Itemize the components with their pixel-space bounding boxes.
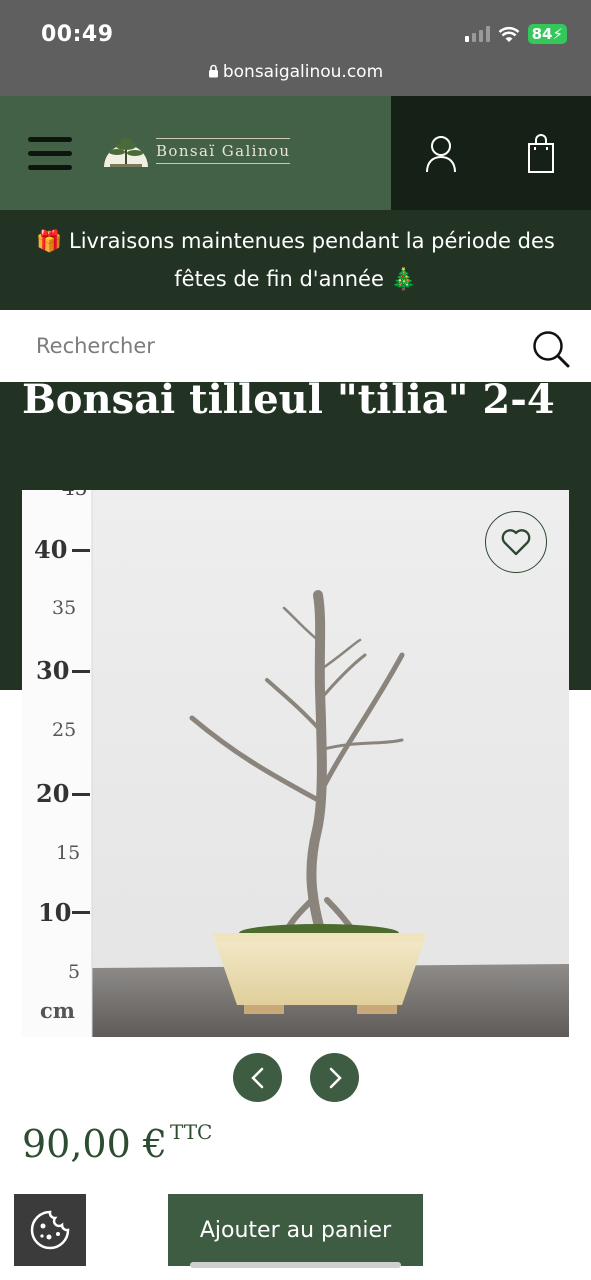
previous-image-button[interactable] — [233, 1053, 282, 1102]
ruler-label-10: 10 — [38, 898, 72, 927]
banner-text: Livraisons maintenues pendant la période… — [69, 229, 555, 291]
cookie-settings-button[interactable] — [14, 1194, 86, 1266]
ruler-label-15: 15 — [56, 842, 81, 864]
ruler: 45 40 35 30 25 20 15 10 5 cm — [22, 490, 92, 1037]
product-title: Bonsai tilleul "tilia" 2-4 — [22, 376, 555, 423]
logo-text: Bonsaï Galinou — [156, 138, 291, 164]
site-header: Bonsaï Galinou — [0, 96, 591, 210]
status-icons: 84⚡ — [464, 24, 567, 44]
wifi-icon — [498, 26, 519, 42]
bonsai-logo-icon — [104, 138, 148, 167]
product-price: 90,00 € — [22, 1122, 168, 1166]
search-input[interactable] — [0, 310, 520, 382]
ruler-tick — [72, 549, 90, 552]
chevron-left-icon — [250, 1067, 263, 1088]
menu-button[interactable] — [28, 137, 72, 171]
product-image[interactable]: 45 40 35 30 25 20 15 10 5 cm — [22, 490, 569, 1037]
menu-icon-line — [28, 165, 72, 170]
account-button[interactable] — [421, 134, 461, 174]
menu-icon — [28, 137, 72, 142]
ruler-tick — [72, 670, 90, 673]
battery-indicator: 84⚡ — [527, 24, 567, 44]
menu-icon-line — [28, 151, 72, 156]
lock-icon — [208, 64, 218, 78]
cookie-icon — [30, 1210, 70, 1250]
home-indicator — [190, 1262, 401, 1268]
bonsai-photo — [22, 490, 569, 1037]
favorite-button[interactable] — [485, 511, 547, 573]
search-icon[interactable] — [532, 330, 570, 368]
ruler-top-label: 45 — [62, 490, 87, 500]
ruler-tick — [72, 911, 90, 914]
url-bar[interactable]: bonsaigalinou.com — [0, 62, 591, 82]
status-time: 00:49 — [41, 22, 114, 47]
user-icon — [426, 136, 456, 173]
header-brand-area: Bonsaï Galinou — [0, 96, 391, 210]
chevron-right-icon — [329, 1067, 342, 1088]
gift-icon: 🎁 — [36, 229, 63, 253]
ruler-label-20: 20 — [36, 779, 70, 808]
signal-icon — [464, 26, 490, 42]
bag-icon — [528, 134, 554, 173]
ruler-tick — [72, 793, 90, 796]
heart-icon — [501, 529, 531, 556]
ruler-label-30: 30 — [36, 656, 70, 685]
price-tax-label: TTC — [170, 1120, 213, 1144]
ruler-label-5: 5 — [68, 961, 81, 983]
add-to-cart-button[interactable]: Ajouter au panier — [168, 1194, 423, 1266]
promo-banner: 🎁 Livraisons maintenues pendant la pério… — [0, 210, 591, 310]
next-image-button[interactable] — [310, 1053, 359, 1102]
status-bar: 00:49 84⚡ bonsaigalinou.com — [0, 0, 591, 96]
ruler-label-25: 25 — [52, 719, 77, 741]
cart-button[interactable] — [522, 134, 560, 174]
christmas-tree-icon: 🎄 — [390, 267, 417, 291]
url-text: bonsaigalinou.com — [222, 62, 384, 82]
site-logo[interactable]: Bonsaï Galinou — [102, 134, 291, 168]
ruler-label-40: 40 — [34, 535, 68, 564]
header-actions — [391, 96, 591, 210]
ruler-unit: cm — [40, 998, 76, 1023]
search-bar — [0, 310, 591, 382]
ruler-label-35: 35 — [52, 597, 77, 619]
